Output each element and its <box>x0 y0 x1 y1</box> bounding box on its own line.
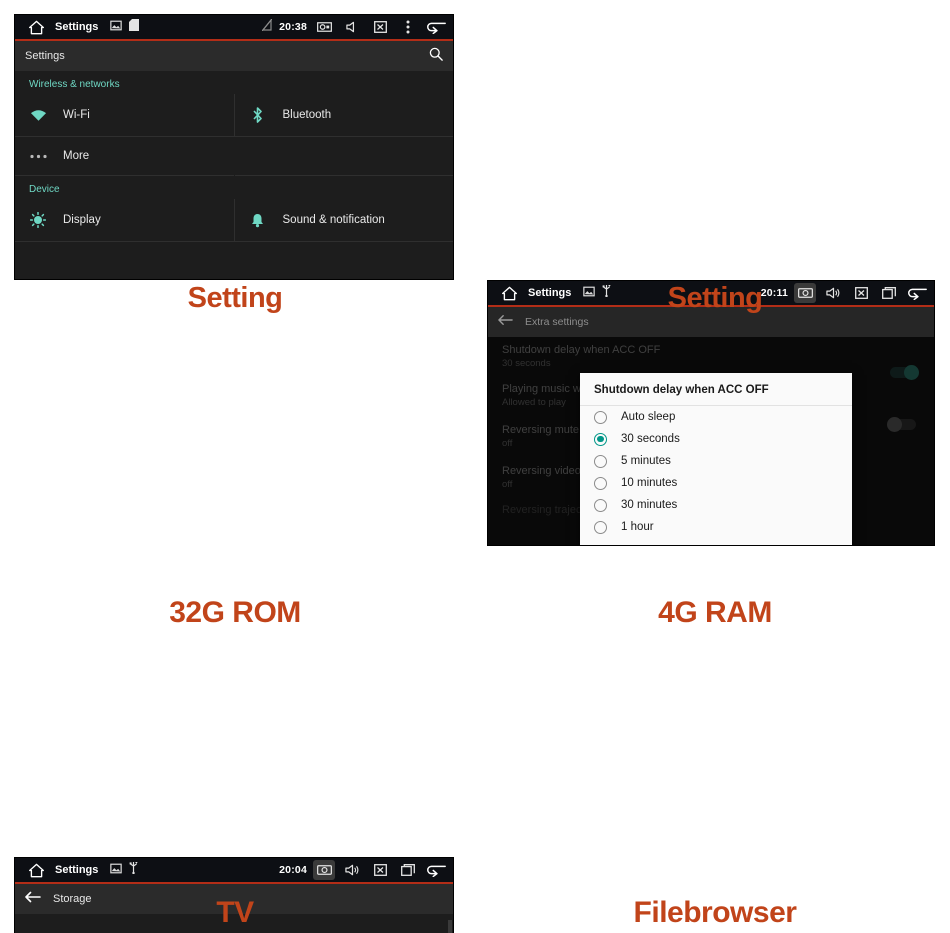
actionbar-title: Extra settings <box>525 316 589 328</box>
extra-settings-background: Shutdown delay when ACC OFF 30 seconds P… <box>488 337 934 545</box>
settings-section-device: Device Display Sound & notification <box>15 176 453 242</box>
screenshot-icon <box>110 861 123 879</box>
dialog-title: Shutdown delay when ACC OFF <box>580 373 852 406</box>
dialog-option-10-minutes[interactable]: 10 minutes <box>580 472 852 494</box>
bluetooth-icon <box>249 107 267 123</box>
back-arrow-icon[interactable] <box>498 313 513 331</box>
wifi-icon <box>29 109 47 122</box>
caption-setting-2: Setting <box>667 282 763 314</box>
settings-row-more[interactable]: More <box>15 137 234 176</box>
panel-settings: Settings 20:38 Settings Wireless & netwo… <box>14 14 454 280</box>
usb-icon <box>129 861 139 879</box>
mute-icon[interactable] <box>341 17 363 37</box>
dialog-option-label: 1 hour <box>621 521 654 533</box>
settings-section-more: More <box>15 137 453 176</box>
section-header-device: Device <box>29 184 60 195</box>
settings-row-label: Wi-Fi <box>63 109 90 121</box>
section-header-wireless: Wireless & networks <box>29 79 120 90</box>
statusbar: Settings 20:04 <box>15 858 453 884</box>
radio-unselected-icon <box>594 520 607 534</box>
shutdown-delay-dialog: Shutdown delay when ACC OFF Auto sleep 3… <box>580 373 852 545</box>
camera-icon[interactable] <box>313 17 335 37</box>
radio-unselected-icon <box>594 498 607 512</box>
close-box-icon[interactable] <box>369 17 391 37</box>
statusbar-title: Settings <box>55 864 99 876</box>
settings-row-label: Display <box>63 214 101 226</box>
overflow-menu-icon[interactable] <box>397 17 419 37</box>
camera-icon[interactable] <box>313 860 335 880</box>
recents-icon[interactable] <box>397 860 419 880</box>
dialog-option-1-hour[interactable]: 1 hour <box>580 516 852 538</box>
more-dots-icon <box>29 154 47 159</box>
settings-row-bluetooth[interactable]: Bluetooth <box>234 94 453 137</box>
settings-row-display[interactable]: Display <box>15 199 234 242</box>
settings-row-label: More <box>63 150 90 162</box>
radio-unselected-icon <box>594 410 607 424</box>
statusbar-time: 20:04 <box>279 864 307 876</box>
signal-off-icon <box>261 18 273 36</box>
radio-selected-icon <box>594 432 607 446</box>
dialog-option-label: Auto sleep <box>621 411 676 423</box>
screenshot-icon <box>110 18 123 36</box>
dialog-option-30-minutes[interactable]: 30 minutes <box>580 494 852 516</box>
dialog-option-label: 5 minutes <box>621 455 671 467</box>
dialog-option-5-minutes[interactable]: 5 minutes <box>580 450 852 472</box>
statusbar-time: 20:38 <box>279 21 307 33</box>
actionbar: Settings <box>15 41 453 71</box>
dialog-option-label: 10 minutes <box>621 477 678 489</box>
settings-row-label: Bluetooth <box>282 109 332 121</box>
brightness-icon <box>29 212 47 228</box>
back-icon[interactable] <box>425 860 447 880</box>
sdcard-icon <box>129 18 140 36</box>
settings-row-empty <box>234 137 453 176</box>
actionbar-title: Settings <box>25 50 65 62</box>
dialog-option-label: 30 seconds <box>621 433 680 445</box>
back-icon[interactable] <box>425 17 447 37</box>
radio-unselected-icon <box>594 476 607 490</box>
settings-row-label: Sound & notification <box>282 214 385 226</box>
bell-icon <box>249 213 267 228</box>
settings-row-wifi[interactable]: Wi-Fi <box>15 94 234 137</box>
caption-filebrowser: Filebrowser <box>633 896 797 929</box>
statusbar: Settings 20:38 <box>15 15 453 41</box>
settings-row-sound[interactable]: Sound & notification <box>234 199 453 242</box>
dialog-option-label: 30 minutes <box>621 499 678 511</box>
home-icon[interactable] <box>23 863 49 878</box>
radio-unselected-icon <box>594 454 607 468</box>
home-icon[interactable] <box>23 20 49 35</box>
caption-4g-ram: 4G RAM <box>658 596 772 629</box>
screenshot-root: Settings 20:38 Settings Wireless & netwo… <box>0 0 950 933</box>
statusbar-title: Settings <box>55 21 99 33</box>
settings-section-wireless: Wireless & networks Wi-Fi Bluetooth <box>15 71 453 137</box>
dialog-option-30-seconds[interactable]: 30 seconds <box>580 428 852 450</box>
search-icon[interactable] <box>429 47 443 66</box>
panel-extra-settings-dialog: Settings 20:11 Extra settings Shutdown d… <box>487 280 935 546</box>
close-box-icon[interactable] <box>369 860 391 880</box>
dialog-option-auto-sleep[interactable]: Auto sleep <box>580 406 852 428</box>
volume-icon[interactable] <box>341 860 363 880</box>
